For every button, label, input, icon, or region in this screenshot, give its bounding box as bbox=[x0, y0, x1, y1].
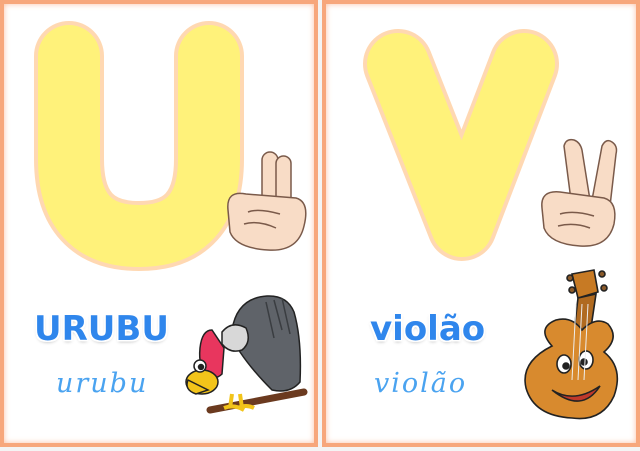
word-cursive: urubu bbox=[56, 368, 149, 399]
word-printed: violão bbox=[370, 309, 486, 349]
word-cursive: violão bbox=[374, 368, 468, 399]
alphabet-card-u: URUBU urubu bbox=[0, 0, 318, 447]
word-printed: URUBU bbox=[34, 309, 169, 349]
libras-v-hand-sign-icon bbox=[541, 138, 618, 247]
libras-u-hand-sign-icon bbox=[227, 151, 307, 251]
guitar-illustration bbox=[524, 269, 619, 420]
vulture-illustration bbox=[185, 295, 308, 414]
alphabet-card-v: violão violão bbox=[322, 0, 640, 447]
